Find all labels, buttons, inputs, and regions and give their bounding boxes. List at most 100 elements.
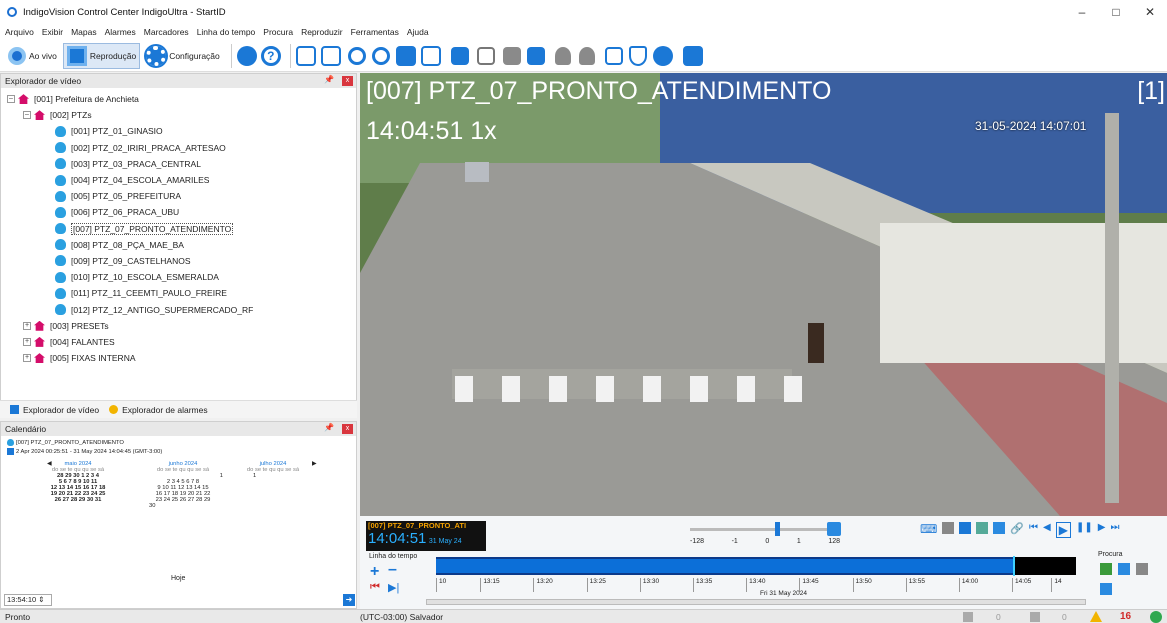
crop-icon[interactable] (476, 46, 495, 65)
sync-icon[interactable] (236, 45, 257, 66)
mark-end-button[interactable]: ▶| (388, 581, 399, 594)
rewind-icon[interactable]: ◀ (1043, 522, 1051, 538)
tree-camera[interactable]: [006] PTZ_06_PRACA_UBU (7, 204, 356, 220)
ptz-camera-icon (7, 439, 14, 446)
tree-camera[interactable]: [009] PTZ_09_CASTELHANOS (7, 253, 356, 269)
prev-month-button[interactable]: ◀ (47, 461, 51, 467)
next-month-button[interactable]: ▶ (312, 461, 316, 467)
copy-icon[interactable] (450, 46, 469, 65)
tree-group-fixas[interactable]: + [005] FIXAS INTERNA (7, 350, 356, 366)
tree-camera[interactable]: [002] PTZ_02_IRIRI_PRACA_ARTESAO (7, 140, 356, 156)
grid2-icon[interactable] (993, 522, 1006, 534)
tree-camera[interactable]: [012] PTZ_12_ANTIGO_SUPERMERCADO_RF (7, 301, 356, 317)
video-viewport[interactable]: [007] PTZ_07_PRONTO_ATENDIMENTO [1] 14:0… (360, 73, 1167, 516)
close-button[interactable]: ✕ (1133, 0, 1167, 24)
live-button[interactable]: Ao vivo (8, 43, 57, 69)
search-people-icon[interactable] (1118, 563, 1130, 575)
menu-alarmes[interactable]: Alarmes (105, 27, 136, 37)
tree-camera[interactable]: [005] PTZ_05_PREFEITURA (7, 188, 356, 204)
menu-exibir[interactable]: Exibir (42, 27, 63, 37)
close-panel-button[interactable]: x (342, 76, 353, 86)
grid-remove-icon[interactable] (526, 46, 545, 65)
image-icon[interactable] (502, 46, 521, 65)
today-button[interactable]: Hoje (171, 575, 185, 582)
maximize-button[interactable]: □ (1099, 0, 1133, 24)
playback-button[interactable]: Reprodução (62, 42, 141, 69)
menu-reproduzir[interactable]: Reproduzir (301, 27, 343, 37)
snapshot-icon[interactable] (942, 522, 955, 534)
menu-linha-do-tempo[interactable]: Linha do tempo (197, 27, 256, 37)
config-button[interactable]: Configuração (144, 43, 220, 69)
timeline-track[interactable] (436, 557, 1076, 575)
video-wall-icon[interactable] (682, 45, 703, 66)
add-view-icon[interactable] (420, 45, 441, 66)
play-icon[interactable]: ▶ (1055, 522, 1071, 538)
zoom-in-button[interactable]: + (370, 563, 379, 581)
zoom-out-button[interactable]: – (388, 561, 397, 579)
clear-icon[interactable] (371, 46, 390, 65)
search-grid-icon[interactable] (1100, 583, 1112, 595)
timeline-cursor[interactable] (1013, 556, 1015, 576)
camera-icon[interactable] (652, 45, 673, 66)
mark-start-button[interactable]: ⏮ (370, 581, 380, 594)
tree-camera[interactable]: [003] PTZ_03_PRACA_CENTRAL (7, 156, 356, 172)
menu-arquivo[interactable]: Arquivo (5, 27, 34, 37)
close-panel-button[interactable]: x (342, 424, 353, 434)
shield-icon[interactable] (628, 45, 647, 66)
fast-forward-icon[interactable]: ⏭ (1110, 522, 1119, 538)
month-may: maio 2024 do se te qu qu se sá 28 29 30 … (50, 461, 106, 503)
go-button[interactable]: ➜ (343, 594, 355, 606)
tree-camera[interactable]: [001] PTZ_01_GINASIO (7, 123, 356, 139)
camera-status-icon (1030, 612, 1040, 622)
search-binoculars-icon[interactable] (1136, 563, 1148, 575)
minimize-button[interactable]: – (1065, 0, 1099, 24)
eye-icon (8, 46, 26, 65)
calendar-icon (7, 448, 14, 455)
month-june: junho 2024 do se te qu qu se sá 1 2 3 4 … (149, 461, 223, 509)
link-icon[interactable]: 🔗 (1010, 522, 1024, 538)
skip-start-icon[interactable]: ⏮ (1029, 522, 1038, 538)
tree-group-ptzs[interactable]: – [002] PTZs (7, 107, 356, 123)
menu-ajuda[interactable]: Ajuda (407, 27, 429, 37)
video-explorer-panel: Explorador de vídeo 📌 x – [001] Prefeitur… (0, 73, 357, 418)
timeline-scrollbar[interactable] (426, 599, 1086, 605)
search-motion-icon[interactable] (1100, 563, 1112, 575)
menu-mapas[interactable]: Mapas (71, 27, 97, 37)
search-icon[interactable] (347, 46, 366, 65)
menu-procura[interactable]: Procura (263, 27, 293, 37)
tree-camera[interactable]: [011] PTZ_11_CEEMTI_PAULO_FREIRE (7, 285, 356, 301)
fullscreen-icon[interactable] (295, 45, 316, 66)
alarm-count[interactable]: 16 (1120, 611, 1131, 622)
pin-icon[interactable]: 📌 (324, 75, 334, 84)
time-spinner[interactable]: 13:54:10 ⇕ (4, 594, 52, 606)
bell-mute-icon[interactable] (578, 46, 595, 65)
export-clip-icon[interactable] (959, 522, 972, 534)
tree-root[interactable]: – [001] Prefeitura de Anchieta (7, 91, 356, 107)
tree-group-falantes[interactable]: + [004] FALANTES (7, 334, 356, 350)
tab-video-explorer[interactable]: Explorador de vídeo (10, 405, 99, 415)
tree-group-presets[interactable]: + [003] PRESETs (7, 318, 356, 334)
tree-camera[interactable]: [004] PTZ_04_ESCOLA_AMARILES (7, 172, 356, 188)
step-forward-icon[interactable]: ▶ (1098, 522, 1106, 538)
warning-icon[interactable] (1090, 611, 1102, 622)
export-icon[interactable] (395, 45, 416, 66)
bell-icon[interactable] (554, 46, 571, 65)
speed-lock-button[interactable] (827, 522, 841, 536)
ptz-camera-icon (55, 223, 66, 235)
menu-ferramentas[interactable]: Ferramentas (351, 27, 399, 37)
pin-icon[interactable]: 📌 (324, 423, 334, 432)
speed-slider-thumb[interactable] (775, 522, 780, 536)
tree-camera[interactable]: [008] PTZ_08_PÇA_MAE_BA (7, 237, 356, 253)
save-icon[interactable] (604, 46, 623, 65)
tree-camera[interactable]: [010] PTZ_10_ESCOLA_ESMERALDA (7, 269, 356, 285)
ptz-camera-icon (55, 239, 66, 251)
help-icon[interactable]: ? (260, 45, 281, 66)
grid-icon[interactable] (976, 522, 989, 534)
tab-alarm-explorer[interactable]: Explorador de alarmes (109, 405, 208, 415)
pause-icon[interactable]: ❚❚ (1076, 522, 1093, 538)
speed-slider[interactable] (690, 528, 830, 531)
tree-camera-selected[interactable]: [007] PTZ_07_PRONTO_ATENDIMENTO (7, 221, 356, 237)
bookmark-range-icon[interactable]: ⌨ (920, 522, 937, 538)
menu-marcadores[interactable]: Marcadores (144, 27, 189, 37)
layout-icon[interactable] (320, 45, 341, 66)
